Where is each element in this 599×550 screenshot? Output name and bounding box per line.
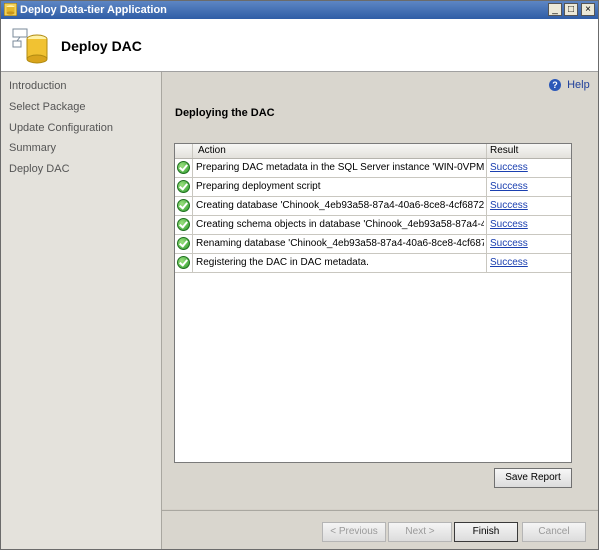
maximize-button[interactable]: □	[564, 3, 578, 16]
success-check-icon	[177, 161, 190, 174]
result-link[interactable]: Success	[490, 200, 528, 211]
action-cell: Preparing deployment script	[196, 181, 321, 192]
column-header-result[interactable]: Result	[490, 145, 518, 156]
action-cell: Creating database 'Chinook_4eb93a58-87a4…	[196, 200, 484, 211]
database-icon	[12, 28, 48, 64]
help-link[interactable]: ? Help	[549, 79, 590, 92]
result-link[interactable]: Success	[490, 219, 528, 230]
save-report-button[interactable]: Save Report	[494, 468, 572, 488]
section-title: Deploying the DAC	[175, 107, 275, 119]
finish-button[interactable]: Finish	[454, 522, 518, 542]
title-bar[interactable]: Deploy Data-tier Application _ □ ×	[1, 1, 598, 19]
window-title: Deploy Data-tier Application	[20, 4, 167, 16]
result-link[interactable]: Success	[490, 257, 528, 268]
main-content: ? Help Deploying the DAC Action Result P…	[162, 72, 598, 509]
app-icon	[4, 3, 17, 16]
cancel-button[interactable]: Cancel	[522, 522, 586, 542]
table-row[interactable]: Creating database 'Chinook_4eb93a58-87a4…	[175, 197, 571, 216]
help-icon: ?	[549, 79, 561, 92]
table-header: Action Result	[175, 144, 571, 159]
sidebar-item-select-package[interactable]: Select Package	[9, 101, 85, 113]
sidebar-item-deploy-dac[interactable]: Deploy DAC	[9, 163, 70, 175]
table-row[interactable]: Creating schema objects in database 'Chi…	[175, 216, 571, 235]
action-cell: Registering the DAC in DAC metadata.	[196, 257, 369, 268]
sidebar-item-introduction[interactable]: Introduction	[9, 80, 66, 92]
action-cell: Creating schema objects in database 'Chi…	[196, 219, 484, 230]
table-row[interactable]: Preparing DAC metadata in the SQL Server…	[175, 159, 571, 178]
success-check-icon	[177, 180, 190, 193]
deploy-dac-window: Deploy Data-tier Application _ □ × Deplo…	[0, 0, 599, 550]
result-link[interactable]: Success	[490, 162, 528, 173]
table-row[interactable]: Registering the DAC in DAC metadata. Suc…	[175, 254, 571, 273]
success-check-icon	[177, 256, 190, 269]
close-button[interactable]: ×	[581, 3, 595, 16]
table-row[interactable]: Preparing deployment script Success	[175, 178, 571, 197]
previous-button[interactable]: < Previous	[322, 522, 386, 542]
wizard-header: Deploy DAC	[1, 19, 598, 72]
wizard-steps-sidebar: Introduction Select Package Update Confi…	[1, 72, 162, 549]
deployment-results-table[interactable]: Action Result Preparing DAC metadata in …	[174, 143, 572, 463]
success-check-icon	[177, 237, 190, 250]
table-row[interactable]: Renaming database 'Chinook_4eb93a58-87a4…	[175, 235, 571, 254]
next-button[interactable]: Next >	[388, 522, 452, 542]
action-cell: Renaming database 'Chinook_4eb93a58-87a4…	[196, 238, 484, 249]
sidebar-item-summary[interactable]: Summary	[9, 142, 56, 154]
help-label: Help	[567, 79, 590, 92]
result-link[interactable]: Success	[490, 181, 528, 192]
sidebar-item-update-configuration[interactable]: Update Configuration	[9, 122, 113, 134]
minimize-button[interactable]: _	[548, 3, 562, 16]
action-cell: Preparing DAC metadata in the SQL Server…	[196, 162, 484, 173]
column-header-action[interactable]: Action	[198, 145, 226, 156]
page-title: Deploy DAC	[61, 38, 142, 54]
success-check-icon	[177, 199, 190, 212]
result-link[interactable]: Success	[490, 238, 528, 249]
success-check-icon	[177, 218, 190, 231]
wizard-footer: < Previous Next > Finish Cancel	[162, 510, 598, 549]
